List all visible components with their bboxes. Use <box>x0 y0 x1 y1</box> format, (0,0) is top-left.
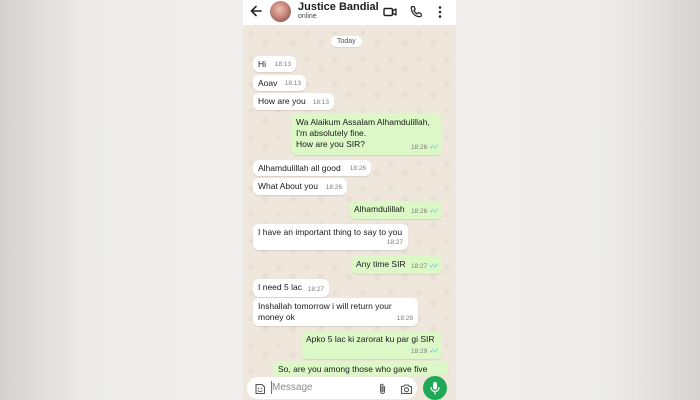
paperclip-icon[interactable] <box>377 382 389 394</box>
message-meta: 18:26 ✓✓ <box>410 142 439 153</box>
camera-icon[interactable] <box>400 382 413 395</box>
message-bubble-incoming[interactable]: Aoav 18:13 <box>253 75 306 91</box>
double-check-icon: ✓✓ <box>429 348 439 355</box>
message-time: 18:27 <box>386 239 403 246</box>
message-time: 18:29 <box>410 348 428 355</box>
message-bubble-outgoing[interactable]: Apko 5 lac ki zarorat ku par gi SIR 18:2… <box>301 331 442 359</box>
message-composer: Message <box>243 375 456 400</box>
chat-header: Justice Bandial online <box>243 0 456 26</box>
message-text: I have an important thing to say to you <box>258 227 403 237</box>
message-time: 18:27 <box>410 263 428 270</box>
message-time: 18:13 <box>274 61 291 68</box>
message-time: 18:26 <box>349 165 366 172</box>
double-check-icon: ✓✓ <box>429 208 439 215</box>
message-bubble-incoming[interactable]: Alhamdulillah all good 18:26 <box>253 160 371 176</box>
more-options-icon[interactable] <box>433 5 447 19</box>
message-bubble-incoming[interactable]: Hi 18:13 <box>253 56 296 72</box>
message-bubble-incoming[interactable]: What About you 18:26 <box>253 178 347 195</box>
double-check-icon: ✓✓ <box>429 263 439 270</box>
message-time: 18:28 <box>396 315 413 322</box>
message-text: Inshallah tomorrow i will return your mo… <box>258 301 392 322</box>
message-meta: 18:27 ✓✓ <box>410 261 439 272</box>
message-meta: 18:26 ✓✓ <box>410 206 439 217</box>
message-input[interactable]: Message <box>272 382 313 393</box>
chat-screen: Justice Bandial online Today Hi 18:13 Ao… <box>243 0 456 400</box>
message-bubble-incoming[interactable]: How are you 18:13 <box>253 93 334 110</box>
message-list[interactable]: Today Hi 18:13 Aoav 18:13 How are you 18… <box>243 25 456 375</box>
message-bubble-outgoing[interactable]: Any time SIR 18:27 ✓✓ <box>351 256 442 274</box>
message-bubble-incoming[interactable]: Inshallah tomorrow i will return your mo… <box>253 298 418 326</box>
message-time: 18:26 <box>410 208 428 215</box>
message-meta: 18:29 ✓✓ <box>410 346 439 357</box>
message-text: So, are you among those who gave five <box>278 364 428 374</box>
message-text: Apko 5 lac ki zarorat ku par gi SIR <box>306 334 435 344</box>
contact-status: online <box>298 13 317 20</box>
emoji-icon[interactable] <box>254 382 266 395</box>
microphone-icon <box>430 382 440 395</box>
back-arrow-icon[interactable] <box>249 4 263 18</box>
phone-call-icon[interactable] <box>409 5 423 19</box>
date-divider: Today <box>331 36 362 47</box>
message-time: 18:26 <box>410 144 428 151</box>
voice-record-button[interactable] <box>423 376 447 400</box>
message-bubble-outgoing[interactable]: Alhamdulillah 18:26 ✓✓ <box>349 201 442 219</box>
message-time: 18:13 <box>312 99 329 106</box>
message-time: 18:13 <box>284 80 301 87</box>
contact-name[interactable]: Justice Bandial <box>298 1 379 13</box>
message-bubble-outgoing[interactable]: So, are you among those who gave five <box>273 361 448 375</box>
message-bubble-outgoing[interactable]: Wa Alaikum Assalam Alhamdulillah, I'm ab… <box>291 114 442 155</box>
message-time: 18:27 <box>307 286 324 293</box>
message-input-bar[interactable]: Message <box>247 377 417 399</box>
message-bubble-incoming[interactable]: I need 5 lac 18:27 <box>253 279 329 297</box>
video-call-icon[interactable] <box>383 5 397 19</box>
contact-avatar[interactable] <box>270 1 291 22</box>
message-bubble-incoming[interactable]: I have an important thing to say to you … <box>253 224 408 250</box>
message-time: 18:26 <box>325 184 342 191</box>
double-check-icon: ✓✓ <box>429 144 439 151</box>
